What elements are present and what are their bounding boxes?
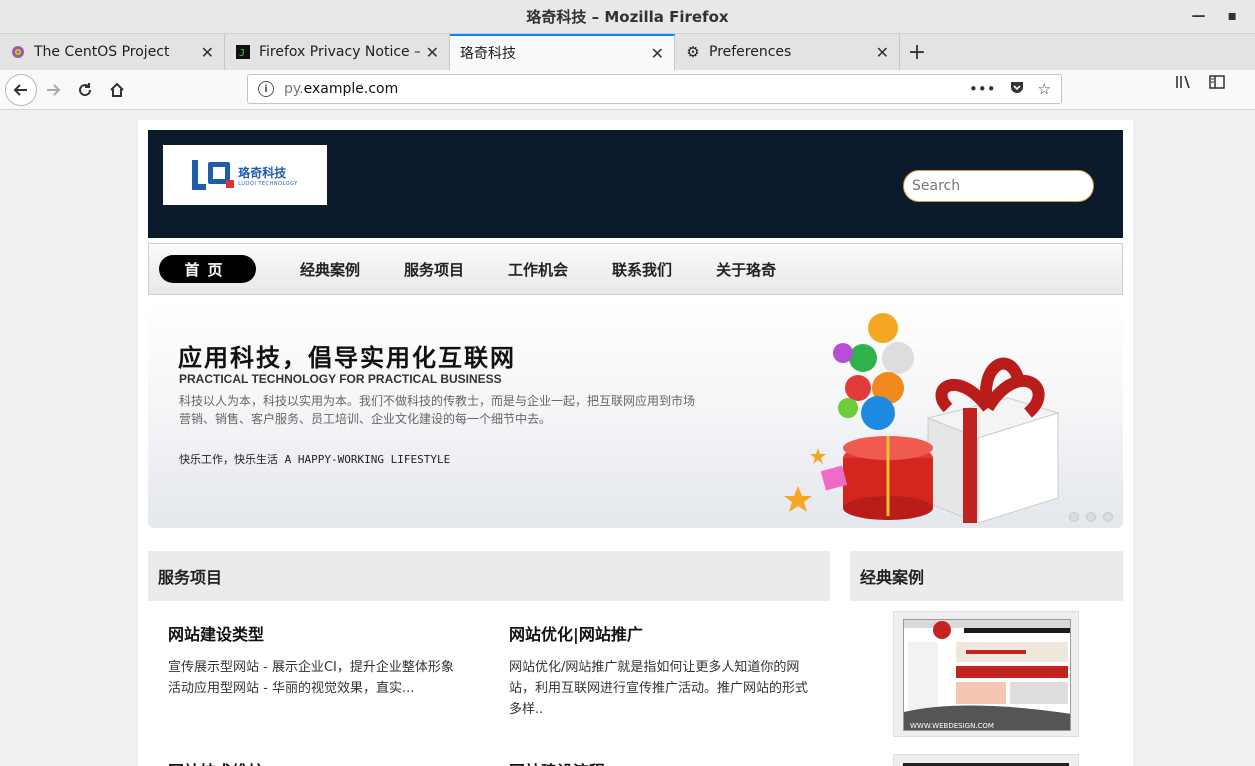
back-button[interactable] — [5, 73, 37, 106]
service-item: 网站建设类型 宣传展示型网站 - 展示企业CI，提升企业整体形象 活动应用型网站… — [168, 621, 468, 699]
close-icon[interactable]: ✕ — [651, 44, 664, 63]
banner-title: 应用科技，倡导实用化互联网 — [178, 343, 516, 372]
svg-text:J: J — [239, 48, 245, 59]
menu-item-jobs[interactable]: 工作机会 — [508, 255, 568, 283]
home-icon — [110, 82, 124, 97]
tab-label: Preferences — [709, 44, 792, 60]
new-tab-button[interactable]: + — [900, 34, 934, 70]
menu-item-about[interactable]: 关于珞奇 — [716, 255, 776, 283]
carousel-dot[interactable] — [1103, 512, 1113, 522]
service-item: 网站建设流程 — [509, 758, 809, 766]
tab-firefox-privacy[interactable]: J Firefox Privacy Notice — ✕ — [225, 34, 450, 70]
service-title[interactable]: 网站建设类型 — [168, 621, 468, 645]
menu-item-home[interactable]: 首页 — [159, 255, 256, 283]
close-icon[interactable]: ✕ — [426, 43, 439, 62]
tab-label: 珞奇科技 — [460, 46, 516, 62]
banner-subtitle: PRACTICAL TECHNOLOGY FOR PRACTICAL BUSIN… — [179, 372, 502, 386]
service-item: 网站技术维护 — [168, 758, 468, 766]
thumb-caption: WWW.WEBDESIGN.COM — [910, 722, 994, 730]
url-text[interactable]: py.example.com — [284, 81, 969, 97]
service-title[interactable]: 网站建设流程 — [509, 758, 809, 766]
gift-illustration — [784, 313, 1060, 523]
tab-label: The CentOS Project — [34, 44, 170, 60]
scrollbar[interactable] — [1243, 110, 1255, 766]
banner-description: 科技以人为本，科技以实用为本。我们不做科技的传教士，而是与企业一起，把互联网应用… — [179, 394, 696, 426]
home-button[interactable] — [101, 74, 133, 106]
tab-preferences[interactable]: ⚙ Preferences ✕ — [675, 34, 900, 70]
maximize-icon[interactable]: ▪ — [1228, 8, 1238, 24]
tab-strip: The CentOS Project ✕ J Firefox Privacy N… — [0, 34, 1255, 70]
service-title[interactable]: 网站优化|网站推广 — [509, 621, 809, 645]
cases-heading: 经典案例 — [850, 551, 1123, 601]
site-logo[interactable]: 珞奇科技 LUOQI TECHNOLOGY — [163, 145, 327, 205]
forward-button[interactable] — [37, 74, 69, 106]
firefox-privacy-icon: J — [235, 44, 251, 60]
sidebar-icon[interactable] — [1209, 74, 1225, 94]
forward-arrow-icon — [47, 83, 61, 96]
service-desc: 网站优化/网站推广就是指如何让更多人知道你的网站，利用互联网进行宣传推广活动。推… — [509, 660, 809, 717]
case-screenshot: WWW.WEBDESIGN.COM — [903, 619, 1071, 731]
carousel-dots — [1069, 512, 1113, 522]
pocket-icon[interactable] — [1010, 80, 1024, 98]
tab-label: Firefox Privacy Notice — — [259, 44, 420, 60]
menu-item-cases[interactable]: 经典案例 — [300, 255, 360, 283]
logo-text-en: LUOQI TECHNOLOGY — [238, 180, 298, 187]
reload-icon — [79, 82, 92, 96]
window-titlebar: 珞奇科技 – Mozilla Firefox — ▪ — [0, 0, 1255, 34]
service-item: 网站优化|网站推广 网站优化/网站推广就是指如何让更多人知道你的网站，利用互联网… — [509, 621, 809, 720]
info-icon[interactable]: i — [258, 81, 274, 97]
reload-button[interactable] — [69, 74, 101, 106]
close-icon[interactable]: ✕ — [201, 43, 214, 62]
case-thumbnail[interactable]: WWW.WEBDESIGN.COM — [893, 611, 1079, 737]
gear-icon: ⚙ — [686, 43, 700, 61]
page-actions-icon[interactable]: ••• — [969, 80, 996, 98]
logo-text-cn: 珞奇科技 — [238, 165, 287, 180]
main-menu: 首页 经典案例 服务项目 工作机会 联系我们 关于珞奇 — [148, 243, 1123, 295]
url-bar[interactable]: i py.example.com ••• ☆ — [247, 74, 1062, 104]
banner-lifestyle: 快乐工作，快乐生活 A HAPPY-WORKING LIFESTYLE — [179, 453, 451, 466]
carousel-dot[interactable] — [1069, 512, 1079, 522]
case-thumbnail[interactable] — [893, 754, 1079, 766]
navigation-toolbar: i py.example.com ••• ☆ — [0, 70, 1255, 110]
services-heading: 服务项目 — [148, 551, 830, 601]
web-page: 珞奇科技 LUOQI TECHNOLOGY 首页 经典案例 服务项目 工作机会 … — [0, 110, 1255, 766]
bookmark-star-icon[interactable]: ☆ — [1038, 80, 1051, 98]
site-container: 珞奇科技 LUOQI TECHNOLOGY 首页 经典案例 服务项目 工作机会 … — [138, 120, 1133, 766]
tab-centos[interactable]: The CentOS Project ✕ — [0, 34, 225, 70]
logo-mark — [192, 160, 235, 190]
hero-banner: 应用科技，倡导实用化互联网 PRACTICAL TECHNOLOGY FOR P… — [148, 298, 1123, 528]
carousel-dot[interactable] — [1086, 512, 1096, 522]
service-desc: 宣传展示型网站 - 展示企业CI，提升企业整体形象 活动应用型网站 - 华丽的视… — [168, 660, 454, 696]
site-header: 珞奇科技 LUOQI TECHNOLOGY — [148, 130, 1123, 238]
window-title: 珞奇科技 – Mozilla Firefox — [526, 8, 729, 26]
library-icon[interactable] — [1175, 74, 1193, 94]
search-input[interactable] — [903, 170, 1094, 202]
minimize-icon[interactable]: — — [1192, 8, 1206, 24]
menu-item-contact[interactable]: 联系我们 — [612, 255, 672, 283]
close-icon[interactable]: ✕ — [876, 43, 889, 62]
centos-icon — [10, 44, 26, 60]
service-title[interactable]: 网站技术维护 — [168, 758, 468, 766]
menu-item-services[interactable]: 服务项目 — [404, 255, 464, 283]
back-arrow-icon — [13, 83, 27, 96]
tab-luoqi[interactable]: 珞奇科技 ✕ — [450, 34, 675, 70]
